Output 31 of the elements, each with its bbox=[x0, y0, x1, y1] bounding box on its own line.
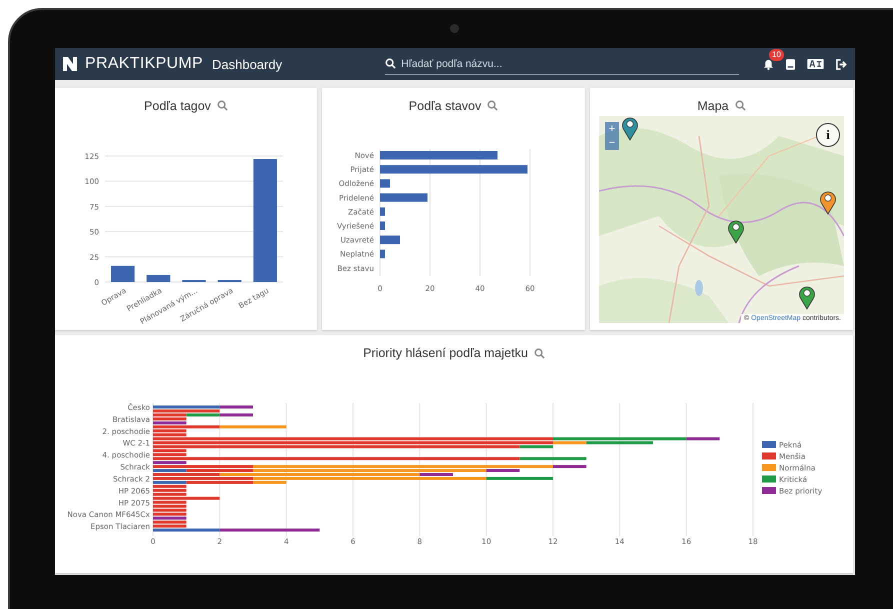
bar bbox=[182, 280, 206, 282]
bar bbox=[380, 250, 385, 258]
card-title: Priority hlásení podľa majetku bbox=[363, 346, 528, 360]
search-icon[interactable] bbox=[385, 58, 396, 69]
card-title: Podľa stavov bbox=[408, 98, 482, 112]
page-title: Dashboardy bbox=[212, 56, 282, 72]
bar bbox=[380, 236, 400, 244]
logo-icon bbox=[63, 57, 77, 71]
translate-icon[interactable] bbox=[807, 59, 824, 69]
card-title: Mapa bbox=[697, 98, 729, 112]
bar bbox=[380, 179, 390, 188]
bar bbox=[380, 222, 385, 230]
book-icon[interactable] bbox=[786, 58, 795, 70]
bell-icon[interactable] bbox=[763, 58, 774, 70]
notification-badge: 10 bbox=[769, 48, 784, 60]
map-marker[interactable] bbox=[820, 190, 836, 216]
map-marker[interactable] bbox=[622, 116, 638, 141]
zoom-out-button[interactable]: − bbox=[605, 136, 619, 150]
bar bbox=[146, 274, 170, 282]
camera-lens bbox=[450, 24, 459, 33]
bar bbox=[218, 280, 242, 282]
map-marker[interactable] bbox=[799, 284, 816, 310]
search-field[interactable]: Hľadať podľa názvu... bbox=[401, 58, 740, 70]
bar bbox=[380, 207, 385, 216]
logout-icon[interactable] bbox=[836, 58, 847, 70]
card-title: Podľa tagov bbox=[144, 98, 211, 112]
logo-text: PRAKTIKPUMP bbox=[85, 55, 203, 73]
bar bbox=[380, 193, 428, 202]
map-marker[interactable] bbox=[728, 219, 744, 244]
zoom-in-button[interactable]: + bbox=[605, 122, 619, 136]
bar bbox=[111, 266, 135, 282]
